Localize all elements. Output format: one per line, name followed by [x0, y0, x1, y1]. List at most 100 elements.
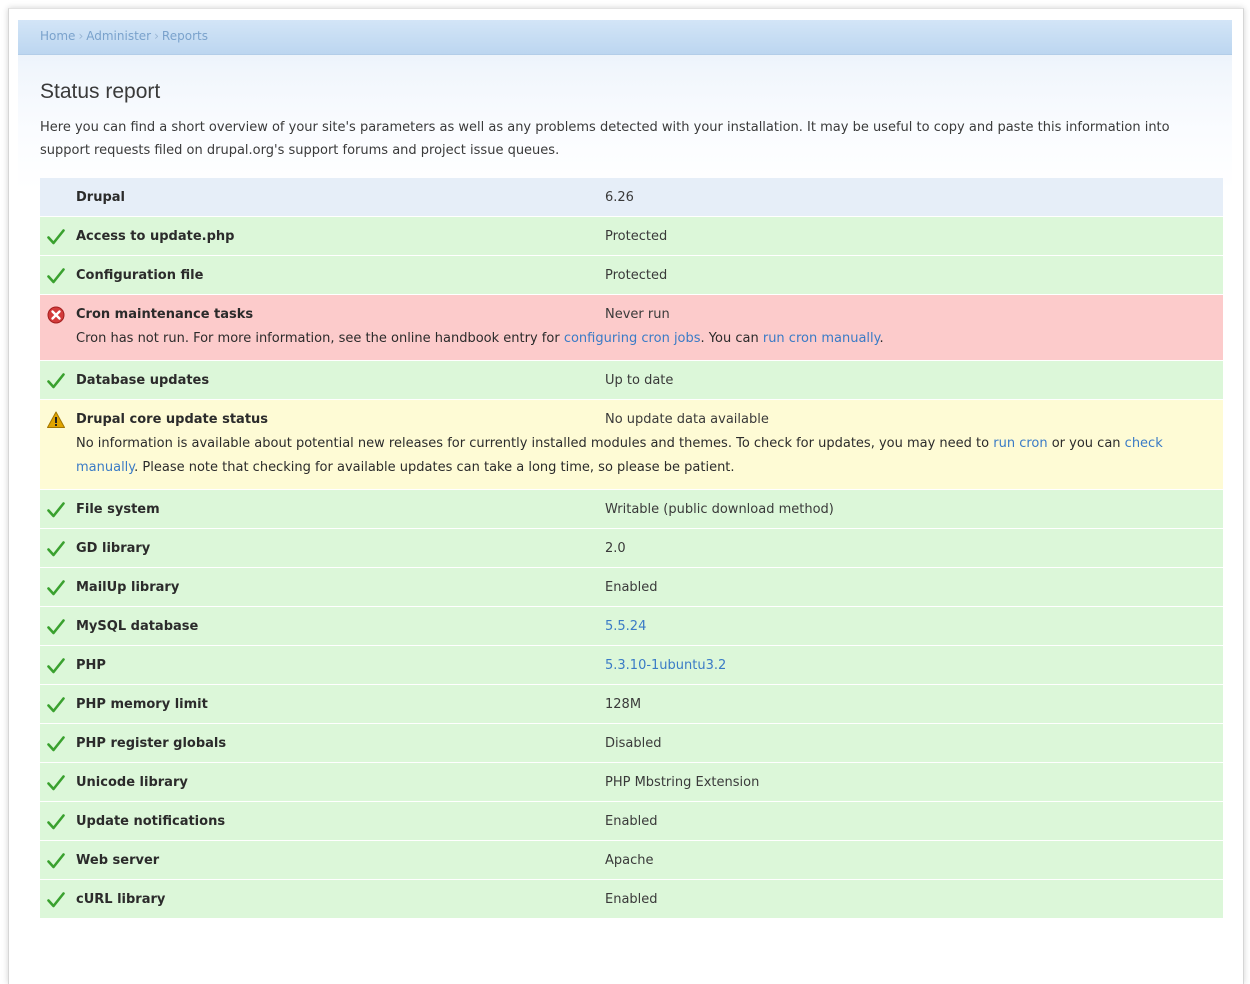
check-icon	[46, 500, 66, 520]
description-text: No information is available about potent…	[76, 436, 994, 451]
breadcrumb-home-link[interactable]: Home	[40, 29, 75, 43]
status-title: Drupal	[76, 190, 125, 205]
warning-icon	[46, 410, 66, 430]
status-row: PHP register globals Disabled	[40, 724, 1223, 763]
status-value-link[interactable]: 5.3.10-1ubuntu3.2	[605, 658, 726, 673]
status-value: Enabled	[605, 892, 658, 907]
status-title: Configuration file	[76, 268, 204, 283]
status-row: Web server Apache	[40, 841, 1223, 880]
status-row-line: Update notifications Enabled	[40, 802, 1223, 840]
status-row-line: Database updates Up to date	[40, 361, 1223, 399]
status-row: PHP memory limit 128M	[40, 685, 1223, 724]
status-row-line: Configuration file Protected	[40, 256, 1223, 294]
breadcrumb-bar: Home › Administer › Reports	[18, 20, 1232, 55]
status-title: cURL library	[76, 892, 166, 907]
status-row-line: Cron maintenance tasks Never run	[40, 295, 1223, 333]
status-row: Cron maintenance tasks Never run Cron has …	[40, 295, 1223, 361]
status-value: Enabled	[605, 580, 658, 595]
status-row-line: Unicode library PHP Mbstring Extension	[40, 763, 1223, 801]
status-title: MailUp library	[76, 580, 180, 595]
status-value: Up to date	[605, 373, 674, 388]
status-row: PHP 5.3.10-1ubuntu3.2	[40, 646, 1223, 685]
breadcrumb: Home › Administer › Reports	[40, 29, 208, 43]
status-title: PHP memory limit	[76, 697, 208, 712]
status-row: Update notifications Enabled	[40, 802, 1223, 841]
breadcrumb-administer-link[interactable]: Administer	[86, 29, 151, 43]
check-icon	[46, 578, 66, 598]
status-title: PHP	[76, 658, 106, 673]
status-row-line: GD library 2.0	[40, 529, 1223, 567]
status-row: Drupal core update status No update data …	[40, 400, 1223, 490]
description-text: or you can	[1047, 436, 1125, 451]
status-row-line: Access to update.php Protected	[40, 217, 1223, 255]
status-row: Drupal 6.26	[40, 178, 1223, 217]
breadcrumb-reports-link[interactable]: Reports	[162, 29, 208, 43]
description-text: Cron has not run. For more information, …	[76, 331, 564, 346]
status-row-line: PHP 5.3.10-1ubuntu3.2	[40, 646, 1223, 684]
status-value: PHP Mbstring Extension	[605, 775, 760, 790]
status-title: Cron maintenance tasks	[76, 307, 254, 322]
status-row: GD library 2.0	[40, 529, 1223, 568]
status-value: Protected	[605, 268, 668, 283]
status-title: PHP register globals	[76, 736, 227, 751]
status-value: Disabled	[605, 736, 662, 751]
status-value: No update data available	[605, 412, 769, 427]
status-value: 2.0	[605, 541, 626, 556]
check-icon	[46, 773, 66, 793]
check-icon	[46, 695, 66, 715]
status-row: Configuration file Protected	[40, 256, 1223, 295]
status-title: Drupal core update status	[76, 412, 269, 427]
check-icon	[46, 656, 66, 676]
status-row-line: MySQL database 5.5.24	[40, 607, 1223, 645]
page-title: Status report	[40, 80, 161, 103]
status-title: Web server	[76, 853, 160, 868]
check-icon	[46, 890, 66, 910]
status-row-line: PHP memory limit 128M	[40, 685, 1223, 723]
status-title: Database updates	[76, 373, 210, 388]
status-row-line: File system Writable (public download met…	[40, 490, 1223, 528]
status-title: MySQL database	[76, 619, 199, 634]
description-text: .	[879, 331, 884, 346]
description-link[interactable]: configuring cron jobs	[564, 331, 701, 346]
status-row: Access to update.php Protected	[40, 217, 1223, 256]
status-value-link[interactable]: 5.5.24	[605, 619, 646, 634]
status-value: Protected	[605, 229, 668, 244]
status-table: Drupal 6.26 Access to update.php Protected C…	[40, 178, 1223, 919]
description-text: . Please note that checking for availabl…	[134, 460, 735, 475]
status-title: GD library	[76, 541, 151, 556]
status-title: Unicode library	[76, 775, 188, 790]
status-row: cURL library Enabled	[40, 880, 1223, 919]
status-description: No information is available about potent…	[40, 432, 1223, 489]
status-row: File system Writable (public download met…	[40, 490, 1223, 529]
status-row-line: MailUp library Enabled	[40, 568, 1223, 606]
status-value: Apache	[605, 853, 654, 868]
description-text: . You can	[700, 331, 763, 346]
breadcrumb-separator: ›	[154, 29, 159, 43]
status-title: File system	[76, 502, 160, 517]
check-icon	[46, 266, 66, 286]
status-title: Access to update.php	[76, 229, 235, 244]
status-value: Never run	[605, 307, 670, 322]
status-row: Database updates Up to date	[40, 361, 1223, 400]
check-icon	[46, 734, 66, 754]
check-icon	[46, 851, 66, 871]
description-link[interactable]: run cron manually	[763, 331, 880, 346]
status-row: Unicode library PHP Mbstring Extension	[40, 763, 1223, 802]
check-icon	[46, 371, 66, 391]
status-value: Enabled	[605, 814, 658, 829]
status-row-line: PHP register globals Disabled	[40, 724, 1223, 762]
status-value: 128M	[605, 697, 642, 712]
status-row: MySQL database 5.5.24	[40, 607, 1223, 646]
error-icon	[46, 305, 66, 325]
check-icon	[46, 539, 66, 559]
status-row-line: Drupal 6.26	[40, 178, 1223, 216]
check-icon	[46, 227, 66, 247]
status-value: Writable (public download method)	[605, 502, 834, 517]
check-icon	[46, 617, 66, 637]
status-title: Update notifications	[76, 814, 226, 829]
status-row-line: Drupal core update status No update data …	[40, 400, 1223, 438]
status-row: MailUp library Enabled	[40, 568, 1223, 607]
status-row-line: cURL library Enabled	[40, 880, 1223, 918]
description-link[interactable]: run cron	[993, 436, 1047, 451]
status-row-line: Web server Apache	[40, 841, 1223, 879]
